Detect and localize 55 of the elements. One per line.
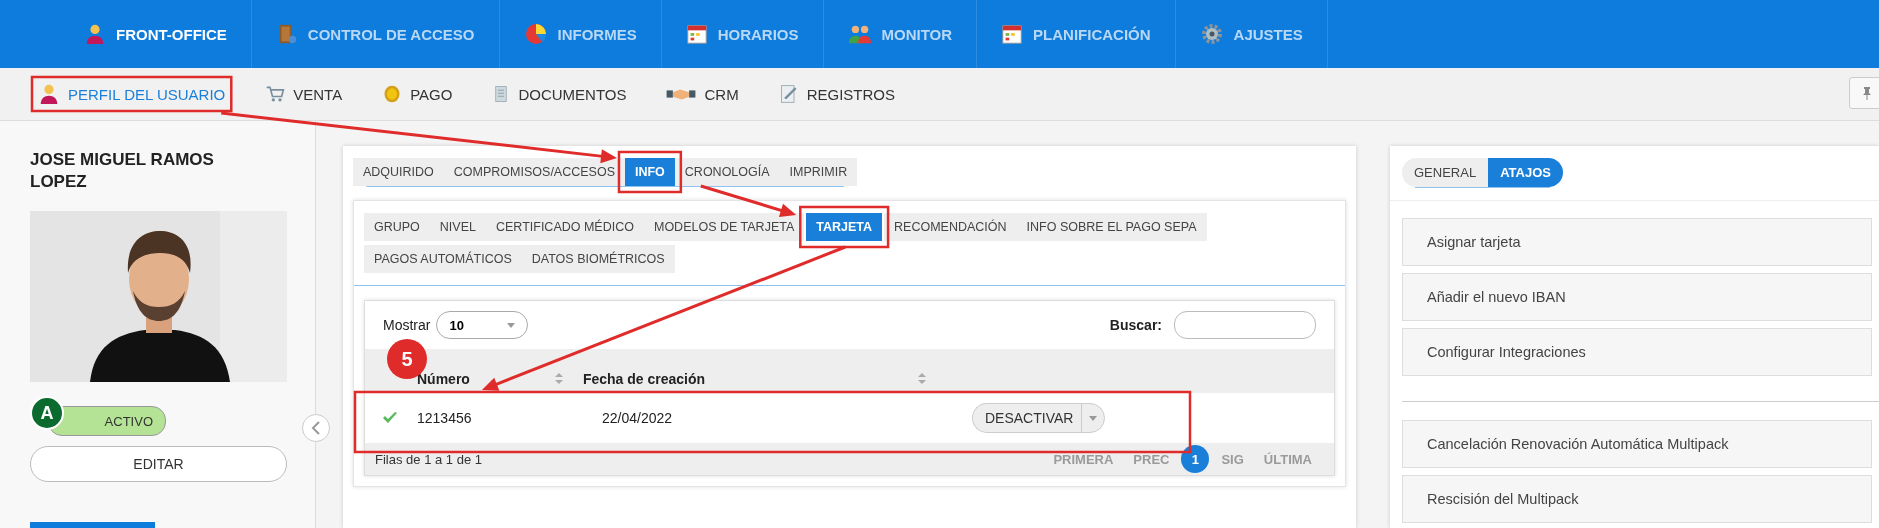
column-header[interactable]: Número (415, 371, 470, 387)
sub-nav-tab[interactable]: PAGO (382, 84, 453, 104)
rows-summary: Filas de 1 a 1 de 1 (375, 451, 482, 467)
tab[interactable]: NIVEL (429, 213, 486, 241)
person-icon (38, 83, 60, 105)
tab[interactable]: DATOS BIOMÉTRICOS (521, 245, 675, 273)
pin-button[interactable] (1849, 77, 1879, 109)
tab[interactable]: TARJETA (806, 213, 883, 241)
sub-nav-tab[interactable]: CRM (666, 85, 739, 103)
tab[interactable]: CERTIFICADO MÉDICO (486, 213, 644, 241)
sort-icon[interactable] (554, 373, 563, 384)
tab[interactable]: ATAJOS (1488, 158, 1563, 187)
tab[interactable]: INFO (625, 158, 675, 186)
sub-nav-tab[interactable]: REGISTROS (778, 84, 895, 104)
notepad-icon (778, 84, 799, 104)
calendar-icon (685, 23, 708, 45)
caret-icon (507, 322, 516, 328)
tab[interactable]: GENERAL (1402, 158, 1489, 187)
dropdown-button[interactable] (1081, 403, 1106, 433)
sub-nav-tab[interactable]: DOCUMENTOS (492, 84, 627, 104)
collapse-button[interactable] (302, 414, 330, 442)
member-name: JOSE MIGUEL RAMOS LOPEZ (30, 149, 215, 194)
shortcut-button[interactable]: Asignar tarjeta (1402, 218, 1872, 266)
sub-nav-tab[interactable]: VENTA (265, 84, 343, 104)
show-label: Mostrar (383, 317, 431, 333)
annotation-box (617, 150, 683, 194)
gear-icon (1199, 22, 1224, 46)
person-icon (84, 23, 106, 45)
edit-button[interactable]: EDITAR (30, 446, 287, 483)
page-size-dropdown[interactable]: 10 (436, 311, 529, 339)
shortcut-button[interactable]: Cancelación Renovación Automática Multipack (1402, 420, 1872, 468)
tab[interactable]: INFO SOBRE EL PAGO SEPA (1016, 213, 1207, 241)
tab[interactable]: PAGOS AUTOMÁTICOS (364, 245, 522, 273)
people-icon (847, 23, 872, 45)
search-label: Buscar: (1109, 317, 1162, 333)
caret-icon (1089, 415, 1098, 421)
chevron-left-icon (311, 421, 321, 435)
shortcut-button[interactable]: Añadir el nuevo IBAN (1402, 273, 1872, 321)
calendar-icon (1001, 23, 1024, 45)
shortcut-button[interactable]: Rescisión del Multipack (1402, 475, 1872, 523)
search-field[interactable] (1174, 311, 1316, 339)
shortcut-button[interactable]: Configurar Integraciones (1402, 328, 1872, 376)
pin-icon (1862, 86, 1872, 100)
sub-nav-tab[interactable]: PERFIL DEL USUARIO (38, 83, 226, 105)
column-header[interactable]: Fecha de creación (582, 371, 918, 387)
tab[interactable]: MODELOS DE TARJETA (643, 213, 805, 241)
table-cell-text: 1213456 (416, 410, 473, 426)
tab[interactable]: RECOMENDACIÓN (884, 213, 1017, 241)
cart-icon (265, 84, 286, 104)
pie-chart-icon (523, 22, 548, 46)
tab[interactable]: GRUPO (364, 213, 430, 241)
sort-icon[interactable] (917, 373, 926, 384)
pagination-button[interactable]: 1 (1181, 445, 1210, 473)
table-cell-text: 22/04/2022 (602, 410, 674, 426)
deactivate-button[interactable]: DESACTIVAR (972, 403, 1082, 433)
